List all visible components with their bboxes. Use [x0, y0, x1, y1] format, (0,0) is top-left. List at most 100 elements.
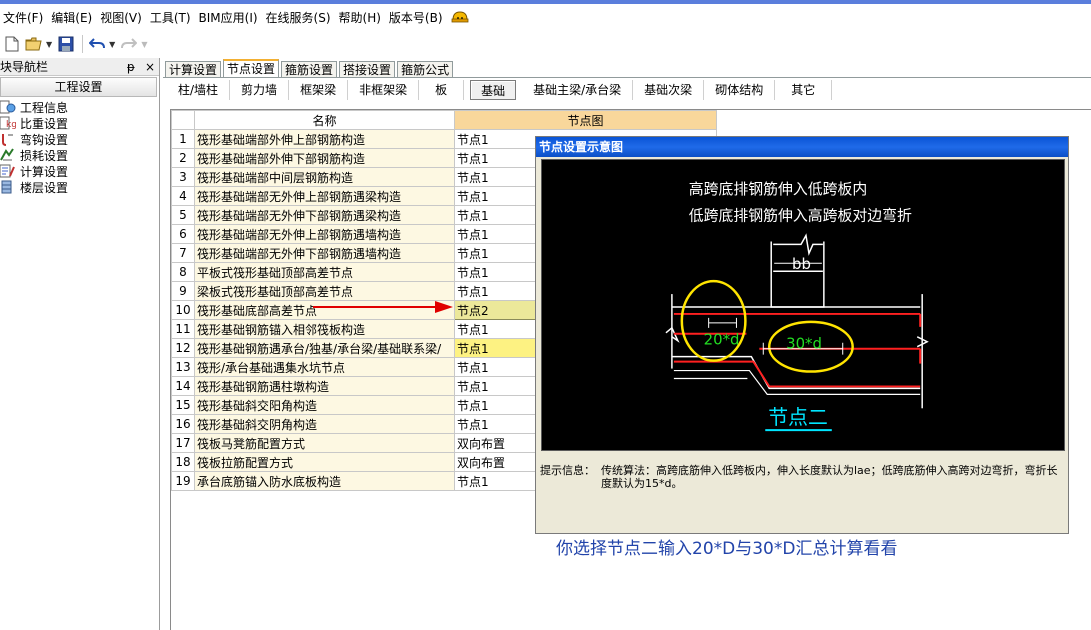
redo-icon [119, 34, 139, 54]
node-diagram-canvas: 高跨底排钢筋伸入低跨板内 低跨底排钢筋伸入高跨板对边弯折 bb 20*d 30*… [541, 159, 1065, 451]
menu-tools[interactable]: 工具(T) [146, 9, 195, 26]
tab-lap-settings[interactable]: 搭接设置 [339, 61, 396, 78]
row-number: 8 [171, 262, 195, 282]
navigation-panel-title-bar: 块导航栏 ᵽ × [0, 58, 159, 76]
nav-item-hook-settings[interactable]: 弯钩设置 [0, 131, 159, 147]
hint-label: 提示信息： [540, 464, 595, 477]
nav-item-label: 工程信息 [20, 100, 69, 115]
menu-online-service[interactable]: 在线服务(S) [262, 9, 335, 26]
row-name: 筏形基础钢筋锚入相邻筏板构造 [194, 319, 455, 339]
tab-calc-settings[interactable]: 计算设置 [165, 61, 222, 78]
tab-stirrup-settings[interactable]: 箍筋设置 [281, 61, 338, 78]
weight-settings-icon: kg [0, 116, 16, 130]
tab-node-settings[interactable]: 节点设置 [223, 59, 280, 78]
row-name: 筏形基础斜交阴角构造 [194, 414, 455, 434]
nav-item-label: 比重设置 [20, 116, 69, 131]
menu-edit[interactable]: 编辑(E) [47, 9, 96, 26]
hint-text: 传统算法：高跨底筋伸入低跨板内，伸入长度默认为lae；低跨底筋伸入高跨对边弯折，… [601, 464, 1058, 490]
hook-settings-icon [1, 134, 13, 146]
subtab-masonry[interactable]: 砌体结构 [704, 80, 776, 100]
nav-item-label: 损耗设置 [20, 148, 69, 163]
svg-text:kg: kg [6, 120, 16, 130]
redo-dropdown-icon: ▼ [141, 39, 148, 49]
row-number-header [171, 110, 195, 130]
floor-settings-icon [1, 180, 12, 194]
row-name: 筏形基础端部外伸下部钢筋构造 [194, 148, 455, 168]
row-number: 19 [171, 471, 195, 491]
menu-file[interactable]: 文件(F) [0, 9, 47, 26]
close-icon[interactable]: × [145, 60, 155, 74]
nav-item-loss-settings[interactable]: 损耗设置 [0, 147, 159, 163]
row-name: 筏形基础端部外伸上部钢筋构造 [194, 129, 455, 149]
subtab-foundation[interactable]: 基础 [470, 80, 517, 100]
subtab-column[interactable]: 柱/墙柱 [167, 80, 231, 100]
calc-settings-icon [0, 164, 15, 178]
menu-bim[interactable]: BIM应用(I) [195, 9, 262, 26]
node-diagram-dialog: 节点设置示意图 高跨底排钢筋伸入低跨板内 低跨底排钢筋伸入高跨板对边弯折 bb [535, 136, 1069, 534]
dim-30d-label: 30*d [786, 335, 822, 353]
dim-bb-label: bb [792, 255, 811, 273]
menu-view[interactable]: 视图(V) [96, 9, 146, 26]
row-number: 5 [171, 205, 195, 225]
row-name: 承台底筋锚入防水底板构造 [194, 471, 455, 491]
nav-item-calc-settings[interactable]: 计算设置 [0, 163, 159, 179]
open-dropdown-icon[interactable]: ▼ [46, 40, 52, 49]
dim-20d-label: 20*d [704, 331, 740, 349]
table-header-row: 名称 节点图 [171, 110, 717, 130]
diagram-text-line2: 低跨底排钢筋伸入高跨板对边弯折 [689, 207, 912, 225]
nav-item-label: 计算设置 [20, 164, 69, 179]
dialog-title[interactable]: 节点设置示意图 [536, 137, 1068, 157]
menu-version[interactable]: 版本号(B) [385, 9, 447, 26]
undo-dropdown-icon[interactable]: ▼ [109, 40, 115, 49]
node-column-header: 节点图 [454, 110, 717, 130]
menu-bar: 文件(F) 编辑(E) 视图(V) 工具(T) BIM应用(I) 在线服务(S)… [0, 4, 1091, 30]
component-subtabs: 柱/墙柱 剪力墙 框架梁 非框架梁 板 基础 基础主梁/承台梁 基础次梁 砌体结… [164, 79, 1091, 101]
row-number: 7 [171, 243, 195, 263]
row-number: 11 [171, 319, 195, 339]
nav-item-project-info[interactable]: 工程信息 [0, 99, 159, 115]
row-name: 筏形基础端部无外伸上部钢筋遇墙构造 [194, 224, 455, 244]
settings-list: 工程信息 kg 比重设置 弯钩设置 损耗设置 计算设置 楼层设置 [0, 97, 159, 195]
row-name: 筏形基础钢筋遇承台/独基/承台梁/基础联系梁/ [194, 338, 455, 358]
subtab-non-frame-beam[interactable]: 非框架梁 [348, 80, 420, 100]
subtab-foundation-secondary-beam[interactable]: 基础次梁 [633, 80, 705, 100]
subtab-shear-wall[interactable]: 剪力墙 [230, 80, 290, 100]
subtab-frame-beam[interactable]: 框架梁 [289, 80, 349, 100]
subtab-foundation-main-beam[interactable]: 基础主梁/承台梁 [522, 80, 634, 100]
menu-help[interactable]: 帮助(H) [335, 9, 385, 26]
node-two-label: 节点二 [768, 406, 828, 429]
open-folder-icon[interactable] [24, 34, 44, 54]
nav-item-floor-settings[interactable]: 楼层设置 [0, 179, 159, 195]
row-number: 3 [171, 167, 195, 187]
tab-divider [163, 77, 1091, 78]
row-name: 筏形基础端部无外伸上部钢筋遇梁构造 [194, 186, 455, 206]
row-number: 6 [171, 224, 195, 244]
navigation-panel: 块导航栏 ᵽ × 工程设置 工程信息 kg 比重设置 弯钩设置 损耗设置 计算设… [0, 58, 160, 630]
row-number: 10 [171, 300, 195, 320]
row-name: 筏形基础端部无外伸下部钢筋遇墙构造 [194, 243, 455, 263]
loss-settings-icon [0, 148, 14, 161]
undo-icon[interactable] [87, 34, 107, 54]
pin-icon[interactable]: ᵽ [127, 60, 135, 74]
subtab-other[interactable]: 其它 [775, 80, 833, 100]
project-settings-header[interactable]: 工程设置 [0, 77, 157, 97]
new-file-icon[interactable] [2, 34, 22, 54]
navigation-panel-title: 块导航栏 [0, 60, 49, 74]
save-icon[interactable] [56, 34, 76, 54]
row-number: 2 [171, 148, 195, 168]
tab-stirrup-formula[interactable]: 箍筋公式 [397, 61, 454, 78]
red-arrow-annotation [313, 301, 453, 313]
row-number: 1 [171, 129, 195, 149]
nav-item-weight-settings[interactable]: kg 比重设置 [0, 115, 159, 131]
row-number: 18 [171, 452, 195, 472]
row-name: 筏形基础端部无外伸下部钢筋遇梁构造 [194, 205, 455, 225]
row-name: 筏板拉筋配置方式 [194, 452, 455, 472]
helmet-icon[interactable] [451, 10, 469, 24]
row-number: 12 [171, 338, 195, 358]
row-number: 14 [171, 376, 195, 396]
row-name: 筏形/承台基础遇集水坑节点 [194, 357, 455, 377]
subtab-slab[interactable]: 板 [419, 80, 465, 100]
dialog-hint: 提示信息： 传统算法：高跨底筋伸入低跨板内，伸入长度默认为lae；低跨底筋伸入高… [540, 464, 1064, 490]
row-number: 9 [171, 281, 195, 301]
settings-tabs: 计算设置 节点设置 箍筋设置 搭接设置 箍筋公式 [165, 59, 455, 78]
